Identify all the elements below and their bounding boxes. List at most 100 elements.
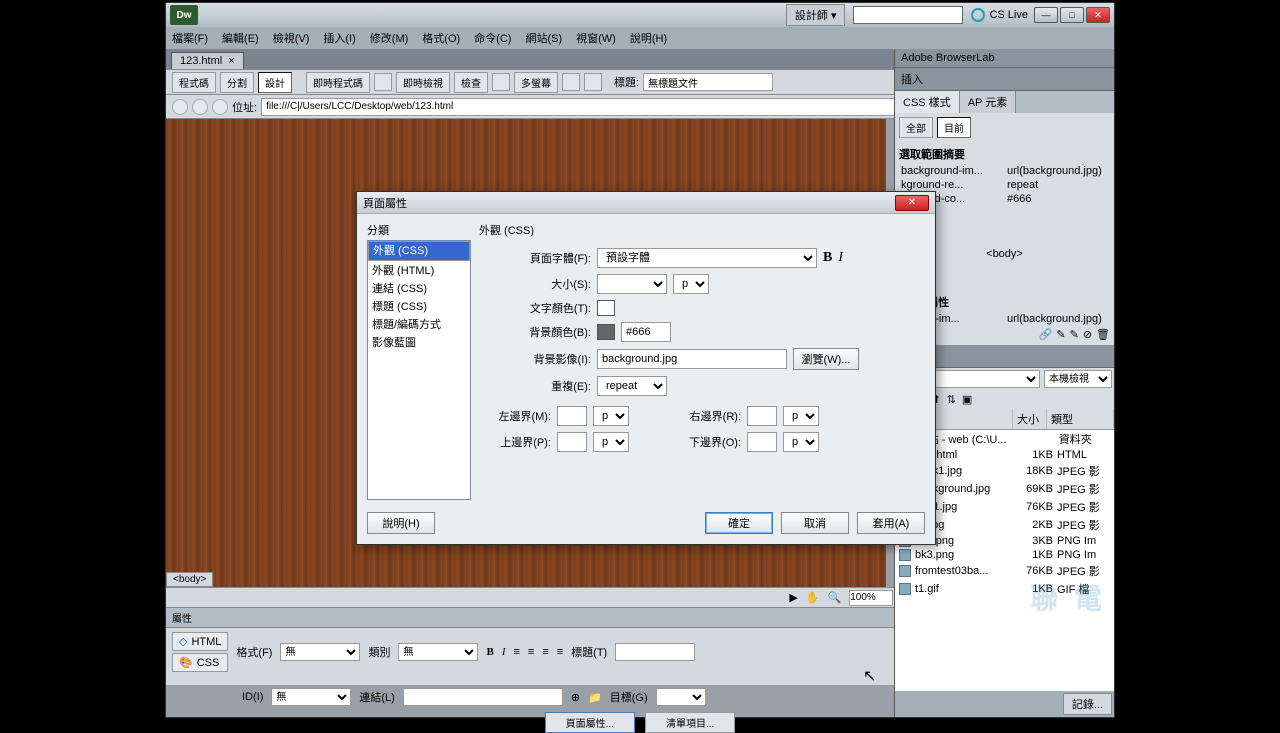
margin-bottom-input[interactable] xyxy=(747,432,777,452)
split-view-button[interactable]: 分割 xyxy=(220,72,254,93)
title-input2[interactable] xyxy=(615,643,695,661)
bold-button[interactable]: B xyxy=(486,646,493,658)
workspace-switcher[interactable]: 設計師 ▾ xyxy=(786,4,846,26)
view-select[interactable]: 本機檢視 xyxy=(1044,370,1112,388)
bg-image-input[interactable] xyxy=(597,349,787,369)
cat-links[interactable]: 連結 (CSS) xyxy=(368,279,470,297)
menu-edit[interactable]: 編輯(E) xyxy=(222,30,259,46)
new-rule-icon[interactable]: ✎ xyxy=(1056,328,1065,341)
insert-panel-header[interactable]: 插入 xyxy=(895,68,1114,91)
menu-window[interactable]: 視窗(W) xyxy=(576,30,616,46)
cat-title-encoding[interactable]: 標題/編碼方式 xyxy=(368,315,470,333)
cslive-link[interactable]: CS Live xyxy=(971,8,1028,22)
disable-rule-icon[interactable]: ⊘ xyxy=(1083,328,1092,341)
margin-right-input[interactable] xyxy=(747,406,777,426)
menu-view[interactable]: 檢視(V) xyxy=(273,30,310,46)
cat-appearance-css[interactable]: 外觀 (CSS) xyxy=(368,241,470,261)
css-rule-row[interactable]: background-im...url(background.jpg) xyxy=(897,164,1112,178)
html-inspector-tab[interactable]: ◇HTML xyxy=(172,632,228,651)
size-select[interactable] xyxy=(597,274,667,294)
menu-file[interactable]: 檔案(F) xyxy=(172,30,208,46)
inspect-icon[interactable] xyxy=(374,73,392,91)
dialog-titlebar[interactable]: 頁面屬性 ✕ xyxy=(357,192,935,214)
minimize-button[interactable]: — xyxy=(1034,7,1058,23)
target-select[interactable] xyxy=(656,688,706,706)
browse-file-icon[interactable]: 📁 xyxy=(588,691,602,704)
live-code-button[interactable]: 即時程式碼 xyxy=(306,72,370,93)
outdent-icon[interactable]: ≡ xyxy=(542,646,548,658)
apply-button[interactable]: 套用(A) xyxy=(857,512,925,534)
ul-icon[interactable]: ≡ xyxy=(513,646,519,658)
dialog-close-button[interactable]: ✕ xyxy=(895,195,929,211)
sync-icon[interactable]: ⇅ xyxy=(947,393,956,406)
margin-right-unit[interactable]: px xyxy=(783,406,819,426)
help-button[interactable]: 說明(H) xyxy=(367,512,435,534)
category-list[interactable]: 外觀 (CSS) 外觀 (HTML) 連結 (CSS) 標題 (CSS) 標題/… xyxy=(367,240,471,500)
close-button[interactable]: ✕ xyxy=(1086,7,1110,23)
italic-button[interactable]: I xyxy=(502,646,506,658)
link-css-icon[interactable]: 🔗 xyxy=(1039,328,1053,341)
font-bold-button[interactable]: B xyxy=(823,250,832,266)
page-properties-button[interactable]: 頁面屬性... xyxy=(545,712,635,733)
link-input[interactable] xyxy=(403,688,563,706)
ol-icon[interactable]: ≡ xyxy=(528,646,534,658)
class-select[interactable]: 無 xyxy=(398,643,478,661)
menu-format[interactable]: 格式(O) xyxy=(422,30,460,46)
page-font-select[interactable]: 預設字體 xyxy=(597,248,817,268)
menu-help[interactable]: 說明(H) xyxy=(630,30,667,46)
cat-headings[interactable]: 標題 (CSS) xyxy=(368,297,470,315)
tab-close-icon[interactable]: × xyxy=(228,55,234,67)
menu-commands[interactable]: 命令(C) xyxy=(474,30,511,46)
visual-aids-icon[interactable] xyxy=(562,73,580,91)
browserlab-panel-header[interactable]: Adobe BrowserLab xyxy=(895,49,1114,68)
size-unit-select[interactable]: px xyxy=(673,274,709,294)
margin-top-unit[interactable]: px xyxy=(593,432,629,452)
check-button[interactable]: 檢查 xyxy=(454,72,488,93)
expand-icon[interactable]: ▣ xyxy=(962,393,972,406)
page-title-input[interactable] xyxy=(643,73,773,91)
format-select[interactable]: 無 xyxy=(280,643,360,661)
zoom-select[interactable] xyxy=(849,590,893,606)
hand-tool-icon[interactable]: ✋ xyxy=(806,591,820,604)
list-items-button[interactable]: 清單項目... xyxy=(645,712,735,733)
maximize-button[interactable]: □ xyxy=(1060,7,1084,23)
forward-icon[interactable] xyxy=(192,99,208,115)
css-rule-row[interactable]: kground-re...repeat xyxy=(897,178,1112,192)
edit-rule-icon[interactable]: ✎ xyxy=(1070,328,1079,341)
home-icon[interactable] xyxy=(212,99,228,115)
margin-bottom-unit[interactable]: px xyxy=(783,432,819,452)
css-current-button[interactable]: 目前 xyxy=(937,117,971,138)
browse-button[interactable]: 瀏覽(W)... xyxy=(793,348,859,370)
ok-button[interactable]: 確定 xyxy=(705,512,773,534)
file-row[interactable]: bk3.png1KBPNG Im xyxy=(895,548,1114,562)
code-view-button[interactable]: 程式碼 xyxy=(172,72,216,93)
cancel-button[interactable]: 取消 xyxy=(781,512,849,534)
zoom-tool-icon[interactable]: 🔍 xyxy=(828,591,842,604)
search-input[interactable] xyxy=(853,6,963,24)
font-italic-button[interactable]: I xyxy=(838,250,843,266)
menu-modify[interactable]: 修改(M) xyxy=(370,30,409,46)
log-button[interactable]: 記錄... xyxy=(1063,693,1112,715)
css-styles-tab[interactable]: CSS 樣式 xyxy=(895,91,960,113)
pointer-tool-icon[interactable]: ▶ xyxy=(789,591,797,604)
css-all-button[interactable]: 全部 xyxy=(899,117,933,138)
bg-color-swatch[interactable] xyxy=(597,324,615,340)
tag-selector[interactable]: <body> xyxy=(166,572,213,587)
margin-top-input[interactable] xyxy=(557,432,587,452)
document-tab[interactable]: 123.html × xyxy=(171,52,244,69)
live-view-button[interactable]: 即時檢視 xyxy=(396,72,450,93)
ap-elements-tab[interactable]: AP 元素 xyxy=(960,91,1017,113)
repeat-select[interactable]: repeat xyxy=(597,376,667,396)
design-view-button[interactable]: 設計 xyxy=(258,72,292,93)
css-inspector-tab[interactable]: 🎨CSS xyxy=(172,653,228,672)
point-to-file-icon[interactable]: ⊕ xyxy=(571,691,580,704)
id-select[interactable]: 無 xyxy=(271,688,351,706)
margin-left-input[interactable] xyxy=(557,406,587,426)
refresh-icon[interactable] xyxy=(584,73,602,91)
back-icon[interactable] xyxy=(172,99,188,115)
menu-site[interactable]: 網站(S) xyxy=(525,30,562,46)
menu-insert[interactable]: 插入(I) xyxy=(323,30,355,46)
bg-color-input[interactable] xyxy=(621,322,671,342)
cat-appearance-html[interactable]: 外觀 (HTML) xyxy=(368,261,470,279)
multiscreen-button[interactable]: 多螢幕 xyxy=(514,72,558,93)
